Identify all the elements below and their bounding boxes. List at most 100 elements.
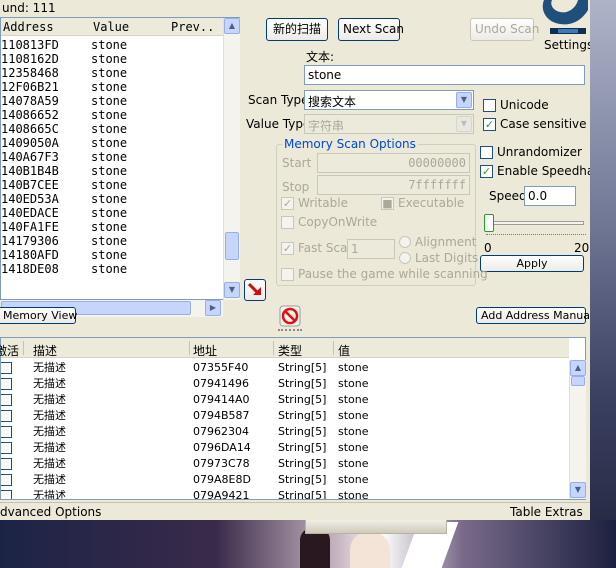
settings-link[interactable]: Settings <box>544 38 590 52</box>
clear-list-button[interactable] <box>279 305 301 327</box>
undo-scan-button[interactable]: Undo Scan <box>470 18 539 41</box>
speed-input[interactable]: 0.0 <box>524 186 576 206</box>
column-type[interactable]: 类型 <box>278 342 302 359</box>
scroll-thumb[interactable] <box>225 232 239 260</box>
column-address[interactable]: 地址 <box>193 342 217 359</box>
active-checkbox[interactable] <box>1 490 12 499</box>
cheat-engine-logo-icon[interactable] <box>538 0 590 36</box>
result-row[interactable]: 140B1B4B stone <box>1 164 223 178</box>
result-row[interactable]: 14086652 stone <box>1 108 223 122</box>
table-row[interactable]: 无描述 0794B587 String[5] stone <box>1 408 569 424</box>
checkbox-box[interactable] <box>483 98 496 112</box>
advanced-options-button[interactable]: dvanced Options <box>0 505 101 519</box>
result-row[interactable]: 1108162D stone <box>1 52 223 66</box>
fast-scan-checkbox[interactable]: ✓ Fast Scan <box>281 241 355 255</box>
column-previous[interactable]: Prev.. <box>171 20 214 34</box>
table-extras-button[interactable]: Table Extras <box>510 505 583 519</box>
table-row[interactable]: 无描述 07355F40 String[5] stone <box>1 360 569 376</box>
unicode-checkbox[interactable]: Unicode <box>483 98 549 112</box>
checkmark-icon[interactable]: ✓ <box>483 117 496 131</box>
checkbox-box[interactable] <box>480 145 493 159</box>
result-row[interactable]: 140FA1FE stone <box>1 220 223 234</box>
result-row[interactable]: 110813FD stone <box>1 38 223 52</box>
scan-type-select[interactable]: 搜索文本 ▼ <box>304 90 474 110</box>
stop-address-input[interactable]: 7fffffff <box>317 175 470 195</box>
result-row[interactable]: 14179306 stone <box>1 234 223 248</box>
table-row[interactable]: 无描述 07941496 String[5] stone <box>1 376 569 392</box>
active-checkbox[interactable] <box>1 362 12 374</box>
column-value[interactable]: Value <box>93 20 129 34</box>
result-row[interactable]: 140ED53A stone <box>1 192 223 206</box>
table-row[interactable]: 无描述 07973C78 String[5] stone <box>1 456 569 472</box>
scroll-right-arrow-icon[interactable]: ▶ <box>205 300 221 316</box>
active-checkbox[interactable] <box>1 410 12 422</box>
table-row[interactable]: 无描述 079A9421 String[5] stone <box>1 488 569 499</box>
case-sensitive-checkbox[interactable]: ✓ Case sensitive <box>483 117 587 131</box>
start-address-input[interactable]: 00000000 <box>317 153 470 173</box>
active-checkbox[interactable] <box>1 474 12 486</box>
copy-on-write-checkbox[interactable]: CopyOnWrite <box>281 215 377 229</box>
result-row[interactable]: 140B7CEE stone <box>1 178 223 192</box>
result-row[interactable]: 1408665C stone <box>1 122 223 136</box>
scroll-down-arrow-icon[interactable]: ▼ <box>570 482 586 498</box>
table-row[interactable]: 无描述 07962304 String[5] stone <box>1 424 569 440</box>
result-row[interactable]: 14180AFD stone <box>1 248 223 262</box>
scroll-thumb[interactable] <box>571 376 585 386</box>
scan-value-input[interactable]: stone <box>304 65 585 85</box>
alignment-radio[interactable]: Alignment <box>399 235 476 249</box>
table-row[interactable]: 无描述 079A8E8D String[5] stone <box>1 472 569 488</box>
splitter-grip[interactable] <box>278 329 302 332</box>
speed-slider[interactable] <box>484 214 584 232</box>
value-type-select[interactable]: 字符串 ▼ <box>304 114 474 134</box>
result-row[interactable]: 1418DE08 stone <box>1 262 223 276</box>
apply-button[interactable]: Apply <box>480 255 584 272</box>
column-active[interactable]: 激活 <box>0 342 19 359</box>
fast-scan-alignment-input[interactable]: 1 <box>347 239 395 259</box>
add-selected-to-list-button[interactable] <box>244 279 266 301</box>
executable-checkbox[interactable]: ■ Executable <box>381 196 464 210</box>
unrandomizer-checkbox[interactable]: Unrandomizer <box>480 145 582 159</box>
slider-thumb[interactable] <box>484 214 494 232</box>
new-scan-button[interactable]: 新的扫描 <box>266 18 328 41</box>
result-row[interactable]: 14078A59 stone <box>1 94 223 108</box>
scroll-up-arrow-icon[interactable]: ▲ <box>570 360 586 376</box>
active-checkbox[interactable] <box>1 458 12 470</box>
result-row[interactable]: 12F06B21 stone <box>1 80 223 94</box>
result-row[interactable]: 1409050A stone <box>1 136 223 150</box>
chevron-down-icon[interactable]: ▼ <box>456 116 472 132</box>
checkbox-indeterminate-icon[interactable]: ■ <box>381 196 394 210</box>
scan-results-list[interactable]: Address Value Prev.. 110813FD stone 110816… <box>0 17 240 317</box>
pause-game-checkbox[interactable]: Pause the game while scanning <box>281 267 488 281</box>
active-checkbox[interactable] <box>1 378 12 390</box>
add-address-manually-button[interactable]: Add Address Manually <box>476 307 590 324</box>
scroll-up-arrow-icon[interactable]: ▲ <box>224 18 240 34</box>
address-table[interactable]: 激活 描述 地址 类型 值 无描述 07355F40 String[5] stone 无… <box>0 337 586 500</box>
radio-circle[interactable] <box>399 252 411 264</box>
active-checkbox[interactable] <box>1 394 12 406</box>
results-vscrollbar[interactable]: ▲ ▼ <box>223 18 240 300</box>
column-description[interactable]: 描述 <box>33 342 57 359</box>
chevron-down-icon[interactable]: ▼ <box>456 92 472 108</box>
active-checkbox[interactable] <box>1 426 12 438</box>
checkbox-box[interactable] <box>281 267 294 281</box>
result-row[interactable]: 140EDACE stone <box>1 206 223 220</box>
column-address[interactable]: Address <box>3 20 54 34</box>
checkmark-icon[interactable]: ✓ <box>281 196 294 210</box>
speedhack-checkbox[interactable]: ✓ Enable Speedhack <box>480 164 590 178</box>
next-scan-button[interactable]: Next Scan <box>338 18 404 41</box>
column-value[interactable]: 值 <box>338 342 350 359</box>
scroll-down-arrow-icon[interactable]: ▼ <box>224 282 240 298</box>
table-row[interactable]: 无描述 079414A0 String[5] stone <box>1 392 569 408</box>
active-checkbox[interactable] <box>1 442 12 454</box>
result-row[interactable]: 12358468 stone <box>1 66 223 80</box>
writable-checkbox[interactable]: ✓ Writable <box>281 196 348 210</box>
last-digits-radio[interactable]: Last Digits <box>399 251 478 265</box>
table-vscrollbar[interactable]: ▲ ▼ <box>569 360 586 499</box>
radio-circle[interactable] <box>399 236 411 248</box>
checkbox-box[interactable] <box>281 215 294 229</box>
memory-view-button[interactable]: Memory View <box>0 307 77 324</box>
result-row[interactable]: 140A67F3 stone <box>1 150 223 164</box>
checkmark-icon[interactable]: ✓ <box>281 241 294 255</box>
table-row[interactable]: 无描述 0796DA14 String[5] stone <box>1 440 569 456</box>
checkmark-icon[interactable]: ✓ <box>480 164 493 178</box>
